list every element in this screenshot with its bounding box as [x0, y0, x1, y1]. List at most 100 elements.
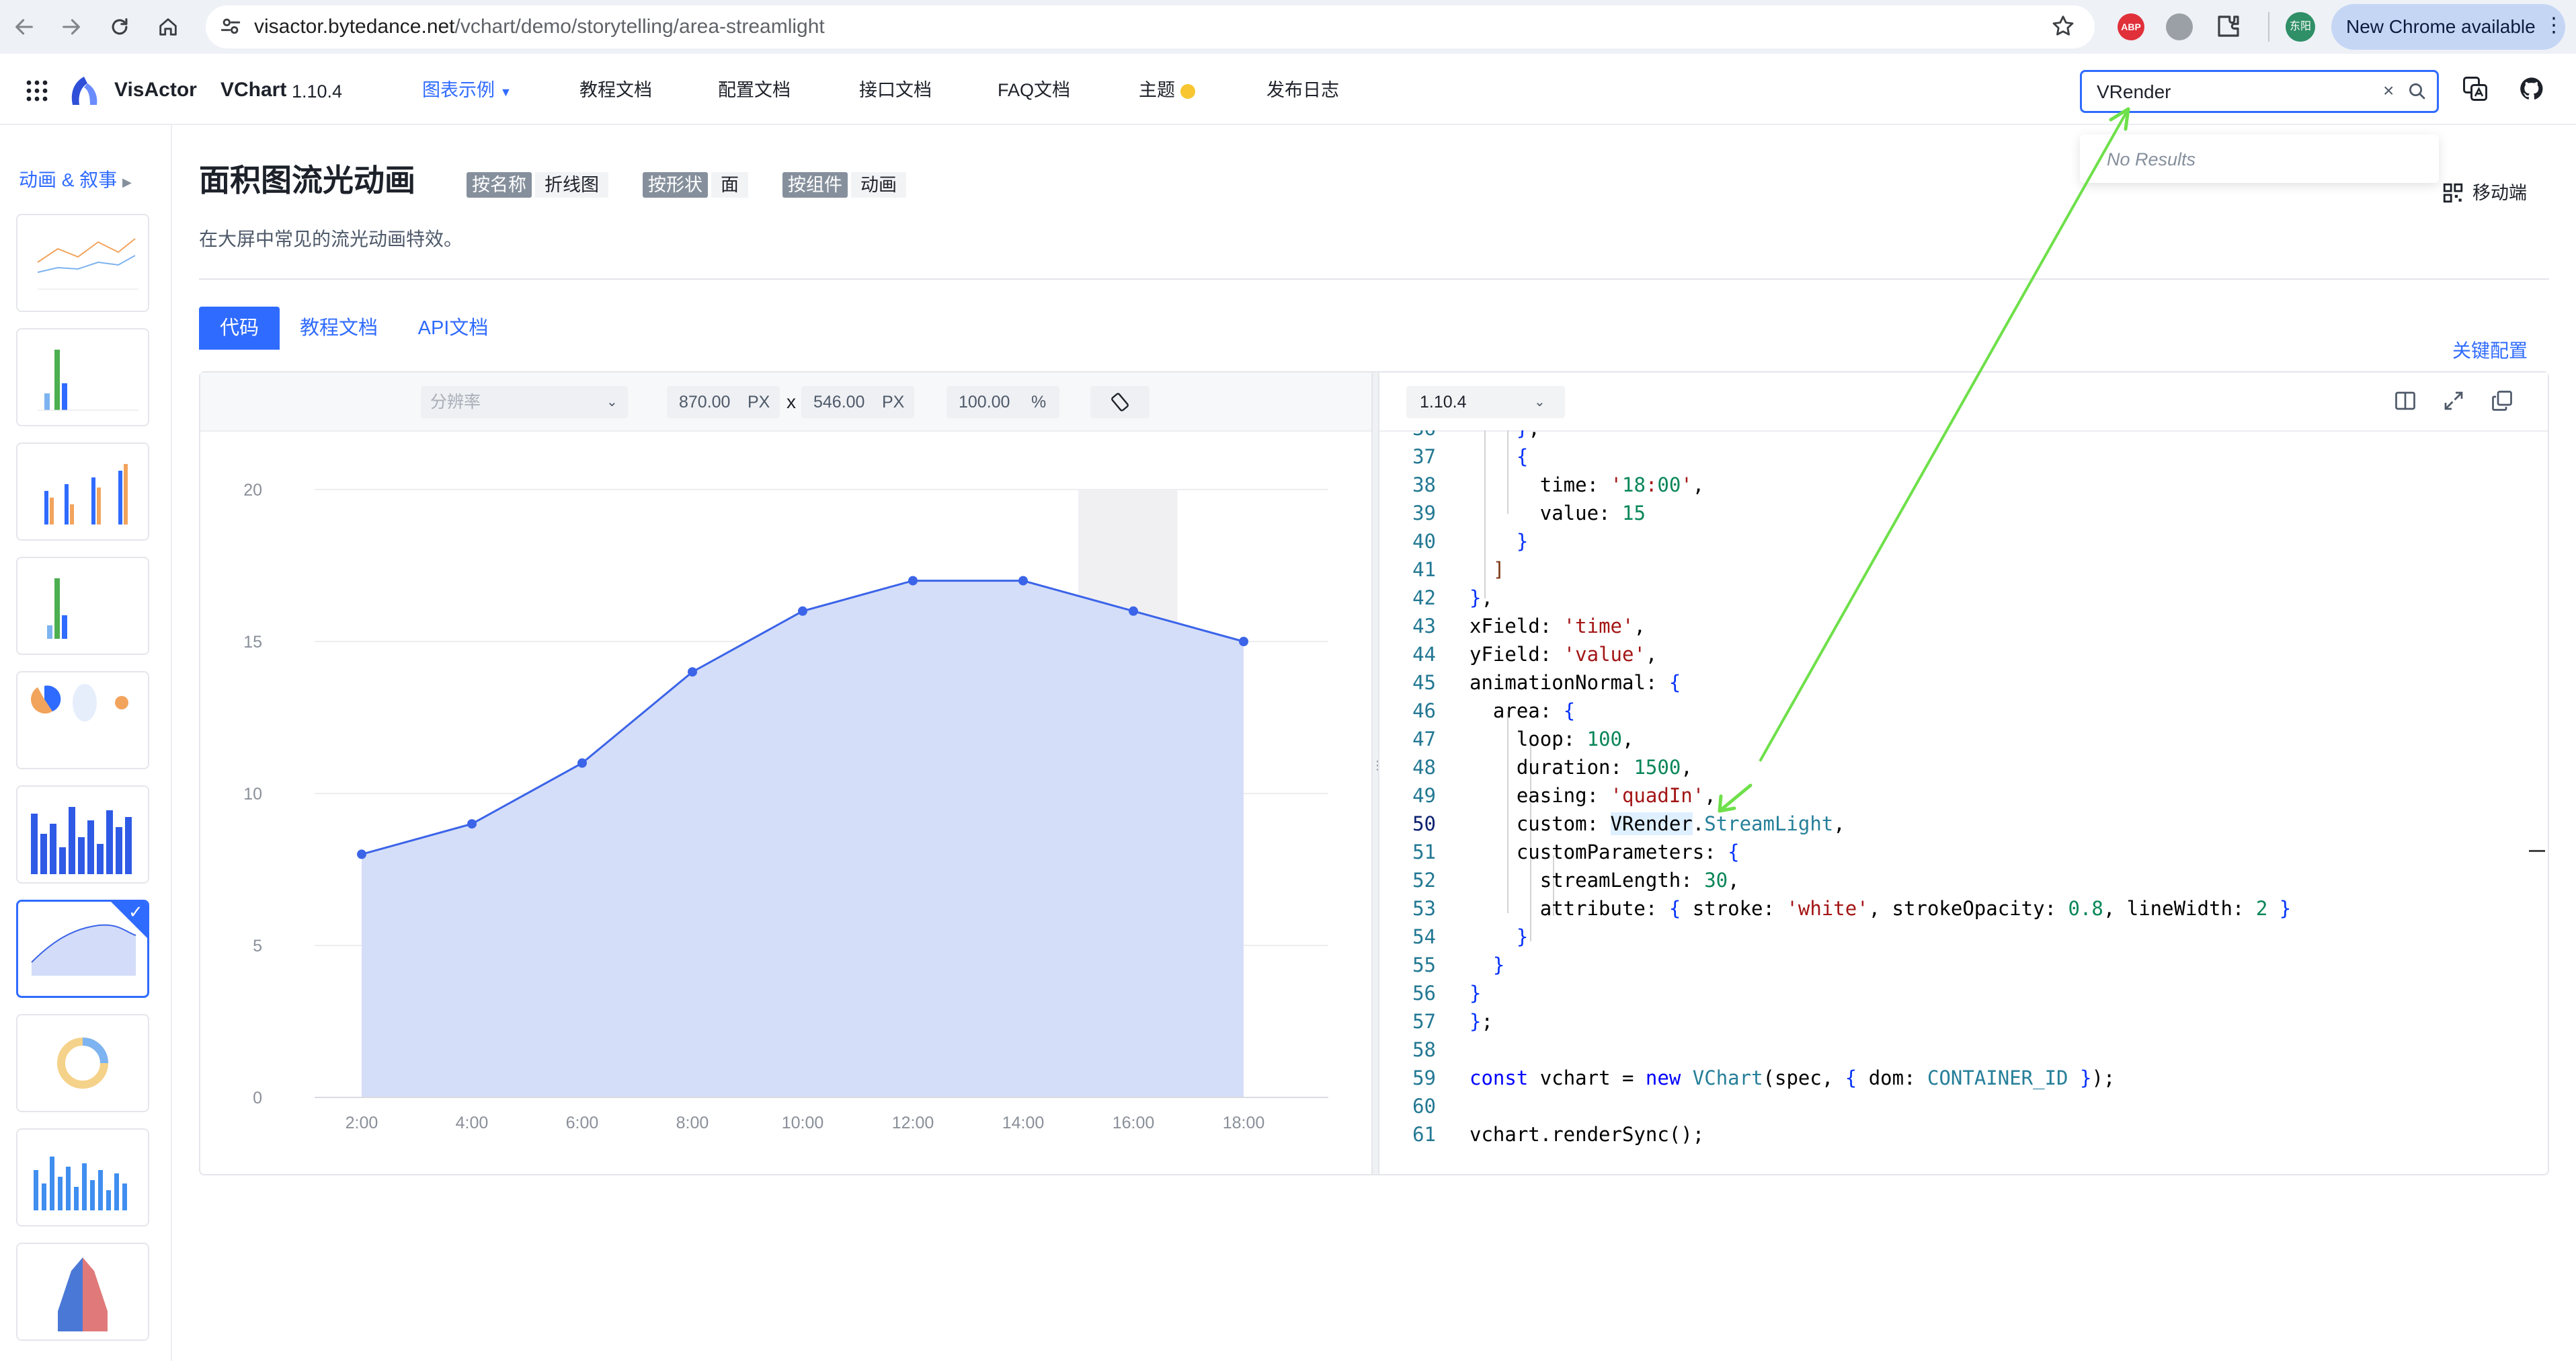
profile-avatar[interactable]: 东阳	[2286, 12, 2315, 42]
qrcode-icon[interactable]	[2442, 182, 2464, 208]
mobile-link[interactable]: 移动端	[2472, 182, 2527, 204]
tag-value-component[interactable]: 动画	[851, 172, 906, 198]
zoom-input[interactable]: 100.00 %	[947, 386, 1059, 418]
line-number: 57	[1412, 1010, 1436, 1033]
nav-chart-examples[interactable]: 图表示例 ▼	[422, 79, 512, 103]
code-line[interactable]: 56}	[1382, 979, 2545, 1007]
more-menu-icon[interactable]: ⋮	[2544, 13, 2564, 37]
brand-name[interactable]: VisActor	[114, 79, 197, 101]
split-view-icon[interactable]	[2393, 389, 2417, 416]
thumbnail-line-chart[interactable]	[16, 214, 149, 312]
code-line[interactable]: 44 yField: 'value',	[1382, 640, 2545, 668]
code-line[interactable]: 54 }	[1382, 923, 2545, 951]
code-line[interactable]: 51 customParameters: {	[1382, 838, 2545, 866]
code-line[interactable]: 47 loop: 100,	[1382, 725, 2545, 753]
code-line[interactable]: 49 easing: 'quadIn',	[1382, 781, 2545, 810]
panel-resize-handle[interactable]: ⋮	[1371, 373, 1383, 1174]
code-text: }	[1516, 530, 1529, 553]
thumbnail-bar-chart-3[interactable]	[16, 785, 149, 884]
apps-grid-icon[interactable]	[26, 79, 48, 102]
address-bar[interactable]: visactor.bytedance.net/vchart/demo/story…	[206, 5, 2095, 48]
home-icon[interactable]	[151, 9, 186, 44]
line-number: 43	[1412, 615, 1436, 637]
visactor-logo-icon[interactable]	[67, 75, 101, 110]
code-line[interactable]: 42},	[1382, 584, 2545, 612]
thumbnail-bar-chart-2[interactable]	[16, 557, 149, 655]
nav-tutorials[interactable]: 教程文档	[579, 79, 652, 101]
thumbnail-pie-charts[interactable]	[16, 671, 149, 769]
tab-code[interactable]: 代码	[199, 307, 280, 350]
thumbnail-donut-chart[interactable]	[16, 1014, 149, 1112]
code-line[interactable]: 52 streamLength: 30,	[1382, 866, 2545, 894]
data-point[interactable]	[1129, 606, 1138, 616]
x-tick-label: 16:00	[1113, 1114, 1155, 1132]
code-editor[interactable]: 36 },37 {38 time: '18:00',39 value: 1540…	[1382, 430, 2545, 1173]
back-icon[interactable]	[7, 9, 42, 44]
nav-changelog[interactable]: 发布日志	[1266, 79, 1339, 101]
thumbnail-bar-chart-1[interactable]	[16, 328, 149, 426]
thumbnail-bar-chart-4[interactable]	[16, 1128, 149, 1227]
copy-icon[interactable]	[2490, 389, 2514, 416]
code-line[interactable]: 41 ]	[1382, 555, 2545, 584]
nav-options[interactable]: 配置文档	[718, 79, 791, 101]
data-point[interactable]	[467, 819, 477, 829]
extensions-puzzle-icon[interactable]	[2214, 12, 2243, 44]
code-line[interactable]: 50 custom: VRender.StreamLight,	[1382, 810, 2545, 838]
bookmark-star-icon[interactable]	[2050, 13, 2076, 42]
nav-theme[interactable]: 主题	[1139, 79, 1195, 101]
code-line[interactable]: 61 vchart.renderSync();	[1382, 1120, 2545, 1149]
chrome-update-button[interactable]: New Chrome available ⋮	[2331, 4, 2565, 50]
tab-api[interactable]: API文档	[403, 307, 503, 350]
data-point[interactable]	[908, 576, 918, 586]
translate-icon[interactable]	[2460, 74, 2490, 107]
data-point[interactable]	[577, 758, 587, 768]
version-select[interactable]: 1.10.4 ⌄	[1406, 386, 1565, 418]
nav-api[interactable]: 接口文档	[859, 79, 932, 101]
data-point[interactable]	[798, 606, 807, 616]
code-line[interactable]: 57};	[1382, 1007, 2545, 1036]
code-line[interactable]: 38 time: '18:00',	[1382, 471, 2545, 499]
adblock-extension-icon[interactable]: ABP	[2118, 13, 2144, 40]
code-line[interactable]: 39 value: 15	[1382, 499, 2545, 527]
height-input[interactable]: 546.00 PX	[801, 386, 914, 418]
code-line[interactable]: 55 }	[1382, 951, 2545, 979]
tag-value-shape[interactable]: 面	[711, 172, 748, 198]
code-line[interactable]: 45 animationNormal: {	[1382, 668, 2545, 697]
data-point[interactable]	[1018, 576, 1028, 586]
code-line[interactable]: 59 const vchart = new VChart(spec, { dom:…	[1382, 1064, 2545, 1092]
code-line[interactable]: 60	[1382, 1092, 2545, 1120]
search-icon[interactable]	[2407, 81, 2427, 105]
product-name[interactable]: VChart	[220, 79, 286, 101]
thumbnail-population-pyramid[interactable]	[16, 1243, 149, 1341]
extension-icon[interactable]	[2166, 13, 2193, 40]
code-line[interactable]: 58	[1382, 1036, 2545, 1064]
tag-value-name[interactable]: 折线图	[535, 172, 608, 198]
code-line[interactable]: 40 }	[1382, 527, 2545, 555]
sidebar-section-animation[interactable]: 动画 & 叙事 ▶	[19, 165, 132, 192]
code-line[interactable]: 37 {	[1382, 442, 2545, 471]
y-tick-label: 15	[243, 633, 262, 652]
data-point[interactable]	[688, 667, 697, 677]
key-config-link[interactable]: 关键配置	[2452, 336, 2528, 363]
clear-search-icon[interactable]: ×	[2383, 80, 2394, 102]
thumbnail-grouped-bar[interactable]	[16, 442, 149, 541]
fullscreen-icon[interactable]	[2442, 389, 2466, 416]
code-line[interactable]: 43 xField: 'time',	[1382, 612, 2545, 640]
data-point[interactable]	[357, 849, 366, 859]
site-info-icon[interactable]	[219, 15, 242, 41]
code-line[interactable]: 36 },	[1382, 430, 2545, 442]
forward-icon[interactable]	[54, 9, 89, 44]
nav-faq[interactable]: FAQ文档	[998, 79, 1070, 101]
rotate-device-button[interactable]	[1090, 386, 1150, 418]
data-point[interactable]	[1239, 637, 1248, 646]
resolution-select[interactable]: 分辨率 ⌄	[421, 386, 628, 418]
code-line[interactable]: 46 area: {	[1382, 697, 2545, 725]
width-input[interactable]: 870.00 PX	[667, 386, 780, 418]
reload-icon[interactable]	[102, 9, 137, 44]
code-line[interactable]: 48 duration: 1500,	[1382, 753, 2545, 781]
tab-tutorial[interactable]: 教程文档	[289, 307, 389, 350]
github-icon[interactable]	[2518, 75, 2545, 106]
code-line[interactable]: 53 attribute: { stroke: 'white', strokeO…	[1382, 894, 2545, 923]
search-input[interactable]: VRender ×	[2080, 70, 2439, 113]
thumbnail-area-streamlight-selected[interactable]: ✓	[16, 900, 149, 998]
